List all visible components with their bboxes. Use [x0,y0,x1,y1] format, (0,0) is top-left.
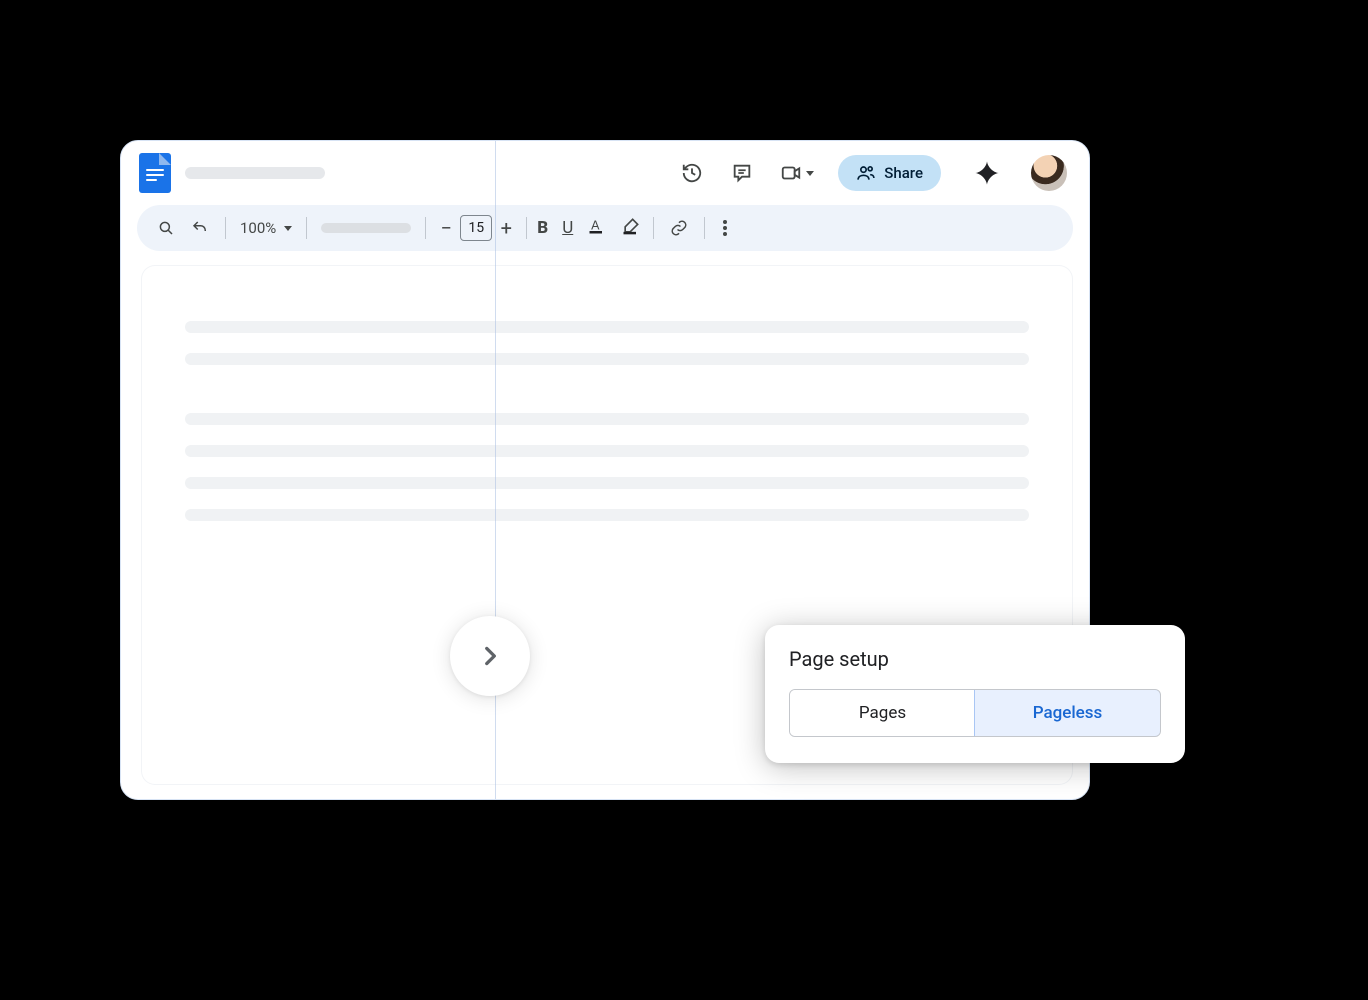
account-avatar[interactable] [1031,155,1067,191]
share-label: Share [884,164,923,182]
underline-button[interactable]: U [562,218,573,238]
skeleton-line [185,445,1029,457]
toolbar-divider [225,217,226,239]
share-button[interactable]: Share [838,155,941,191]
document-title-placeholder[interactable] [185,167,325,179]
search-icon[interactable] [151,213,181,243]
text-color-button[interactable]: A [587,216,609,240]
insert-link-icon[interactable] [664,213,694,243]
skeleton-line [185,413,1029,425]
history-icon[interactable] [680,161,704,185]
page-boundary-line [495,141,496,799]
segment-pageless[interactable]: Pageless [974,689,1161,737]
more-options-icon[interactable] [715,218,735,238]
toolbar-divider [306,217,307,239]
skeleton-line [185,477,1029,489]
font-size-input[interactable]: 15 [460,215,492,241]
toolbar-divider [653,217,654,239]
meet-button[interactable] [780,162,814,184]
docs-logo-icon[interactable] [139,153,171,193]
font-size-increase[interactable]: + [496,216,516,240]
undo-icon[interactable] [185,213,215,243]
expand-fab[interactable] [450,616,530,696]
bold-button[interactable]: B [537,218,548,238]
toolbar: 100% − 15 + B U A [137,205,1073,251]
people-icon [856,163,876,183]
toolbar-divider [704,217,705,239]
highlight-color-button[interactable] [621,216,643,240]
popover-title: Page setup [789,647,1161,671]
page-setup-segmented: Pages Pageless [789,689,1161,737]
zoom-value: 100% [240,219,276,237]
comment-icon[interactable] [730,161,754,185]
svg-text:A: A [591,218,600,232]
gemini-sparkle-icon[interactable] [973,159,1001,187]
font-size-value: 15 [468,220,484,236]
toolbar-divider [526,217,527,239]
chevron-down-icon [806,171,814,176]
toolbar-divider [425,217,426,239]
skeleton-line [185,321,1029,333]
segment-pages[interactable]: Pages [790,690,975,736]
chevron-down-icon [284,226,292,231]
zoom-dropdown[interactable]: 100% [236,219,296,237]
header: Share [121,141,1089,205]
chevron-right-icon [477,643,503,669]
font-family-placeholder[interactable] [321,223,411,233]
skeleton-line [185,353,1029,365]
page-setup-popover: Page setup Pages Pageless [765,625,1185,763]
font-size-decrease[interactable]: − [436,216,456,240]
skeleton-line [185,509,1029,521]
